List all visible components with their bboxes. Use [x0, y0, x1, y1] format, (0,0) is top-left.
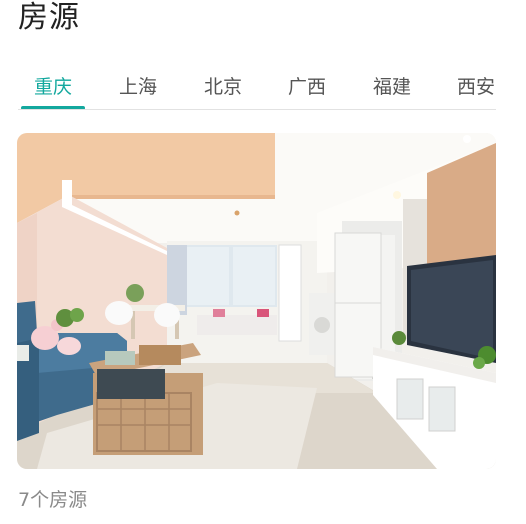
- tab-guangxi[interactable]: 广西: [275, 70, 339, 106]
- tab-chongqing[interactable]: 重庆: [21, 70, 85, 106]
- tab-fujian[interactable]: 福建: [360, 70, 424, 106]
- tab-beijing[interactable]: 北京: [191, 70, 255, 106]
- listing-count-label: 7个房源: [18, 489, 88, 511]
- page: 房源 重庆 上海 北京 广西 福建 西安 7个房源: [0, 0, 526, 524]
- tab-shanghai[interactable]: 上海: [106, 70, 170, 106]
- tabs-divider: [18, 109, 496, 110]
- apartment-interior-photo: [17, 133, 496, 469]
- listing-photo-card[interactable]: [17, 133, 496, 469]
- city-tabs: 重庆 上海 北京 广西 福建 西安: [0, 70, 526, 110]
- tab-xian[interactable]: 西安: [444, 70, 508, 106]
- page-title: 房源: [18, 0, 80, 35]
